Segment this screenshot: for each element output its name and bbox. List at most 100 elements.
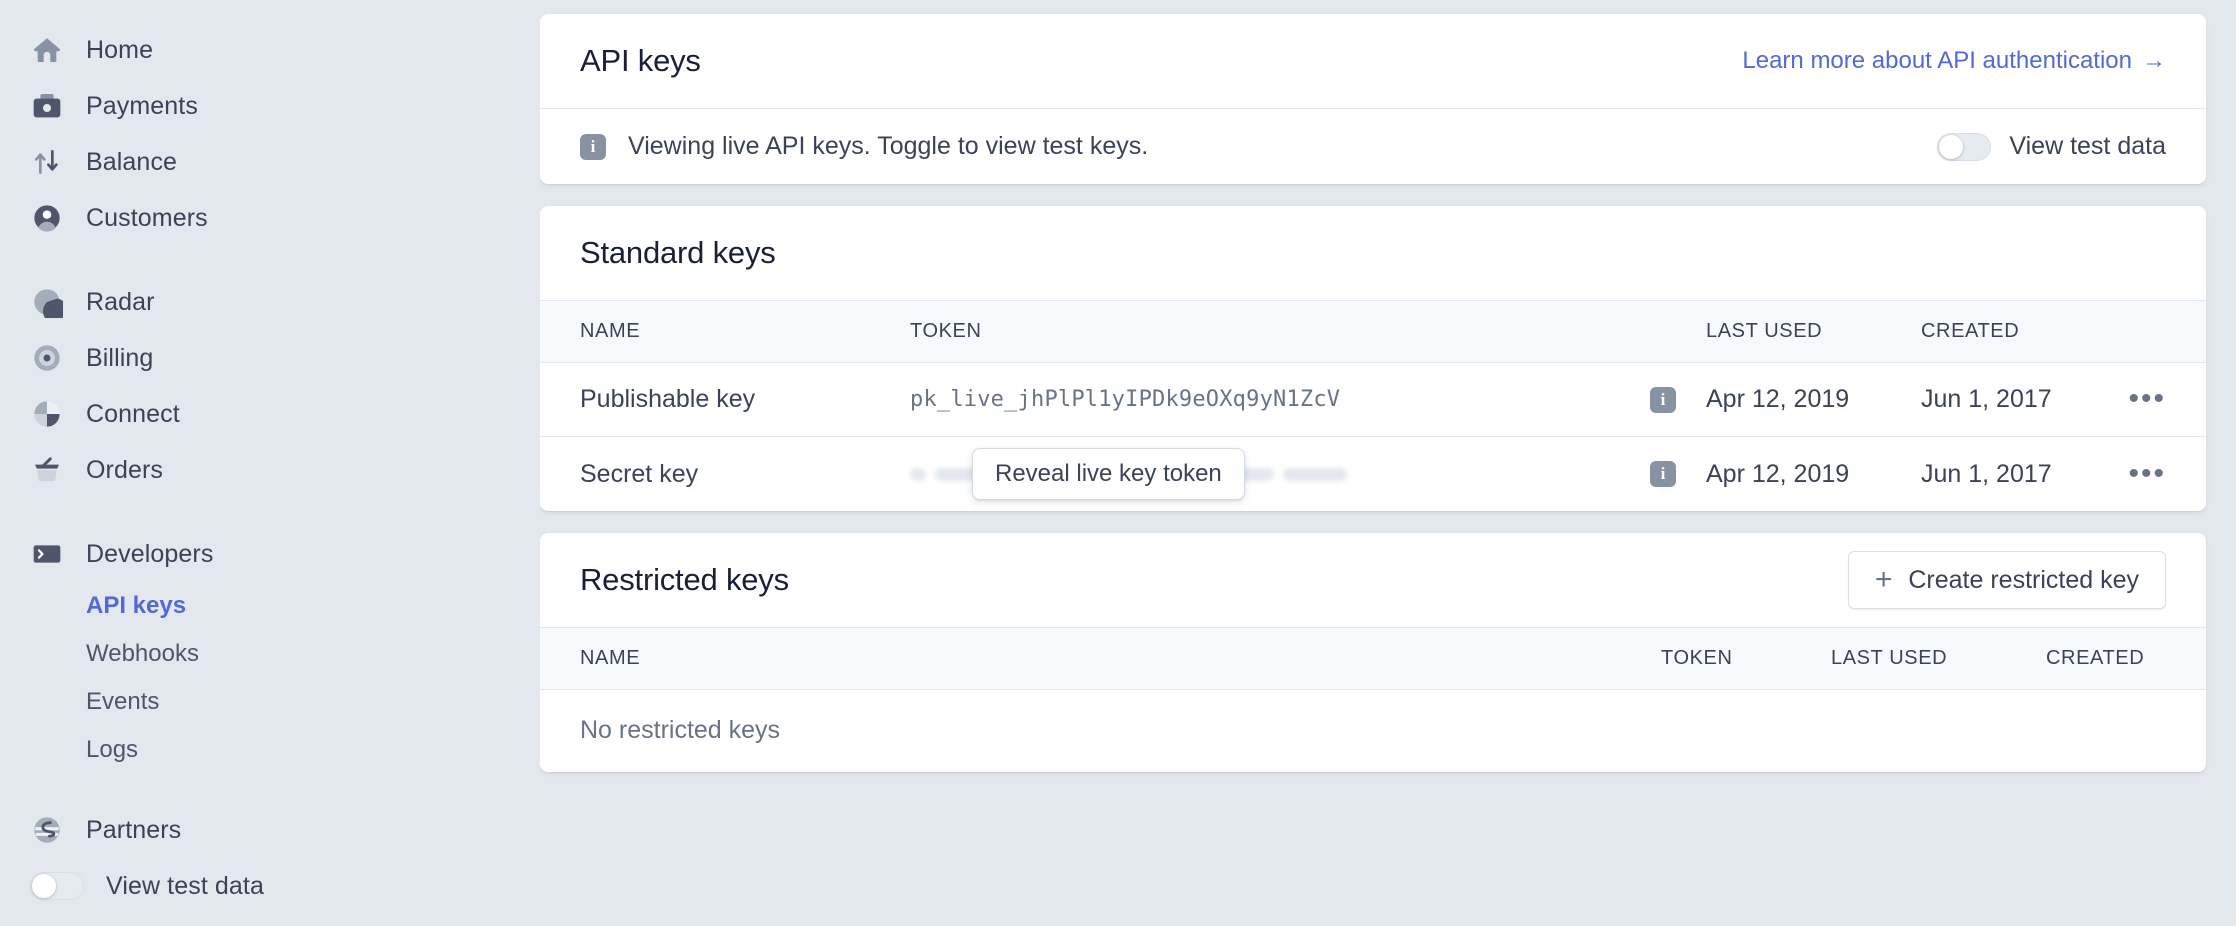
standard-keys-title: Standard keys bbox=[580, 235, 776, 270]
overflow-menu-icon[interactable]: ••• bbox=[2128, 457, 2166, 490]
connect-icon bbox=[30, 397, 64, 431]
sidebar-item-label: Partners bbox=[86, 815, 182, 844]
sidebar-view-test-data-toggle[interactable]: View test data bbox=[0, 858, 540, 914]
sidebar-item-label: Radar bbox=[86, 287, 155, 316]
table-row[interactable]: Publishable key pk_live_jhPlPl1yIPDk9eOX… bbox=[540, 362, 2206, 437]
sidebar-item-developers[interactable]: Developers bbox=[0, 526, 540, 582]
key-name: Publishable key bbox=[540, 362, 910, 437]
learn-more-label: Learn more about API authentication bbox=[1742, 47, 2132, 74]
arrow-right-icon: → bbox=[2142, 47, 2166, 74]
banner-text: Viewing live API keys. Toggle to view te… bbox=[628, 132, 1149, 160]
sidebar-subitem-label: Events bbox=[86, 688, 160, 715]
sidebar-item-label: Billing bbox=[86, 343, 154, 372]
reveal-live-key-token-button[interactable]: Reveal live key token bbox=[972, 448, 1245, 500]
sidebar-item-payments[interactable]: Payments bbox=[0, 78, 540, 134]
sidebar-group-footer: Partners View test data bbox=[0, 802, 540, 914]
toggle-switch[interactable] bbox=[1937, 132, 1992, 161]
restricted-keys-title: Restricted keys bbox=[580, 562, 789, 597]
main-content: API keys Learn more about API authentica… bbox=[540, 0, 2236, 926]
payments-icon bbox=[30, 89, 64, 123]
column-header-token: TOKEN bbox=[1661, 647, 1733, 669]
sidebar-group-developers: Developers API keys Webhooks Events Logs bbox=[0, 526, 540, 774]
sidebar-item-label: Payments bbox=[86, 91, 198, 120]
column-header-last-used: LAST USED bbox=[1831, 647, 1948, 669]
overflow-menu-icon[interactable]: ••• bbox=[2128, 382, 2166, 415]
learn-more-link[interactable]: Learn more about API authentication → bbox=[1742, 47, 2166, 75]
column-header-created: CREATED bbox=[2046, 647, 2145, 669]
toggle-switch[interactable] bbox=[30, 872, 84, 900]
standard-keys-table-body: Publishable key pk_live_jhPlPl1yIPDk9eOX… bbox=[540, 362, 2206, 512]
column-header-name: NAME bbox=[580, 647, 641, 669]
sidebar-item-partners[interactable]: Partners bbox=[0, 802, 540, 858]
radar-icon bbox=[30, 285, 64, 319]
standard-keys-table: NAME TOKEN LAST USED CREATED Publishable… bbox=[540, 300, 2206, 511]
balance-icon bbox=[30, 145, 64, 179]
key-last-used: Apr 12, 2019 bbox=[1706, 459, 1850, 488]
live-keys-banner: i Viewing live API keys. Toggle to view … bbox=[540, 108, 2206, 184]
home-icon bbox=[30, 33, 64, 67]
sidebar-subitem-label: Webhooks bbox=[86, 640, 199, 667]
sidebar-item-label: Home bbox=[86, 35, 154, 64]
sidebar-subitem-label: API keys bbox=[86, 592, 187, 619]
key-token-masked-cell[interactable]: Reveal live key token bbox=[910, 437, 1650, 512]
create-restricted-key-button[interactable]: + Create restricted key bbox=[1847, 551, 2166, 609]
plus-icon: + bbox=[1874, 563, 1893, 596]
column-header-token: TOKEN bbox=[910, 320, 982, 342]
key-created: Jun 1, 2017 bbox=[1921, 362, 2116, 437]
api-keys-card: API keys Learn more about API authentica… bbox=[540, 14, 2206, 184]
sidebar-item-radar[interactable]: Radar bbox=[0, 274, 540, 330]
sidebar-item-label: Orders bbox=[86, 455, 164, 484]
column-header-created: CREATED bbox=[1921, 320, 2020, 342]
sidebar-item-home[interactable]: Home bbox=[0, 22, 540, 78]
column-header-menu bbox=[2116, 301, 2206, 363]
banner-view-test-data-toggle[interactable]: View test data bbox=[1937, 132, 2166, 161]
sidebar-subitem-label: Logs bbox=[86, 736, 139, 763]
info-icon[interactable]: i bbox=[1650, 461, 1676, 487]
restricted-keys-card-header: Restricted keys + Create restricted key bbox=[540, 533, 2206, 627]
column-header-last-used: LAST USED bbox=[1706, 320, 1823, 342]
key-token[interactable]: pk_live_jhPlPl1yIPDk9eOXq9yN1ZcV bbox=[910, 362, 1650, 437]
sidebar-group-products: Radar Billing Connect Orders bbox=[0, 274, 540, 498]
toggle-knob bbox=[32, 874, 56, 898]
key-info-cell: i bbox=[1650, 437, 1706, 512]
sidebar-item-connect[interactable]: Connect bbox=[0, 386, 540, 442]
key-created: Jun 1, 2017 bbox=[1921, 459, 2052, 488]
orders-icon bbox=[30, 453, 64, 487]
sidebar-item-logs[interactable]: Logs bbox=[0, 726, 540, 774]
api-keys-card-header: API keys Learn more about API authentica… bbox=[540, 14, 2206, 108]
table-header-row: NAME TOKEN LAST USED CREATED bbox=[540, 300, 2206, 363]
sidebar: Home Payments Balance Customers Radar Bi… bbox=[0, 0, 540, 926]
sidebar-item-api-keys[interactable]: API keys bbox=[0, 582, 540, 630]
sidebar-item-customers[interactable]: Customers bbox=[0, 190, 540, 246]
table-header-row: NAME TOKEN LAST USED CREATED bbox=[540, 627, 2206, 690]
create-restricted-key-label: Create restricted key bbox=[1908, 565, 2139, 594]
info-icon: i bbox=[580, 133, 606, 160]
key-info-cell: i bbox=[1650, 362, 1706, 437]
sidebar-item-balance[interactable]: Balance bbox=[0, 134, 540, 190]
key-menu-cell: ••• bbox=[2116, 437, 2206, 512]
restricted-keys-table-body: No restricted keys bbox=[540, 690, 2206, 772]
billing-icon bbox=[30, 341, 64, 375]
sidebar-item-label: Connect bbox=[86, 399, 180, 428]
sidebar-item-webhooks[interactable]: Webhooks bbox=[0, 630, 540, 678]
sidebar-group-primary: Home Payments Balance Customers bbox=[0, 22, 540, 246]
restricted-keys-table-head: NAME TOKEN LAST USED CREATED bbox=[540, 627, 2206, 690]
sidebar-item-label: Customers bbox=[86, 203, 208, 232]
sidebar-toggle-label: View test data bbox=[106, 871, 264, 900]
key-menu-cell: ••• bbox=[2116, 362, 2206, 437]
page-title: API keys bbox=[580, 43, 701, 78]
sidebar-item-events[interactable]: Events bbox=[0, 678, 540, 726]
standard-keys-table-head: NAME TOKEN LAST USED CREATED bbox=[540, 300, 2206, 363]
terminal-icon bbox=[30, 537, 64, 571]
table-row[interactable]: Secret key Reveal live key token i Apr 1… bbox=[540, 437, 2206, 512]
standard-keys-card-header: Standard keys bbox=[540, 206, 2206, 300]
sidebar-item-orders[interactable]: Orders bbox=[0, 442, 540, 498]
restricted-keys-table: NAME TOKEN LAST USED CREATED No restrict… bbox=[540, 627, 2206, 772]
banner-toggle-label: View test data bbox=[2009, 132, 2166, 160]
sidebar-item-label: Developers bbox=[86, 539, 214, 568]
info-icon[interactable]: i bbox=[1650, 386, 1676, 413]
partners-icon bbox=[30, 813, 64, 847]
sidebar-item-billing[interactable]: Billing bbox=[0, 330, 540, 386]
key-last-used: Apr 12, 2019 bbox=[1706, 362, 1921, 437]
sidebar-item-label: Balance bbox=[86, 147, 178, 176]
